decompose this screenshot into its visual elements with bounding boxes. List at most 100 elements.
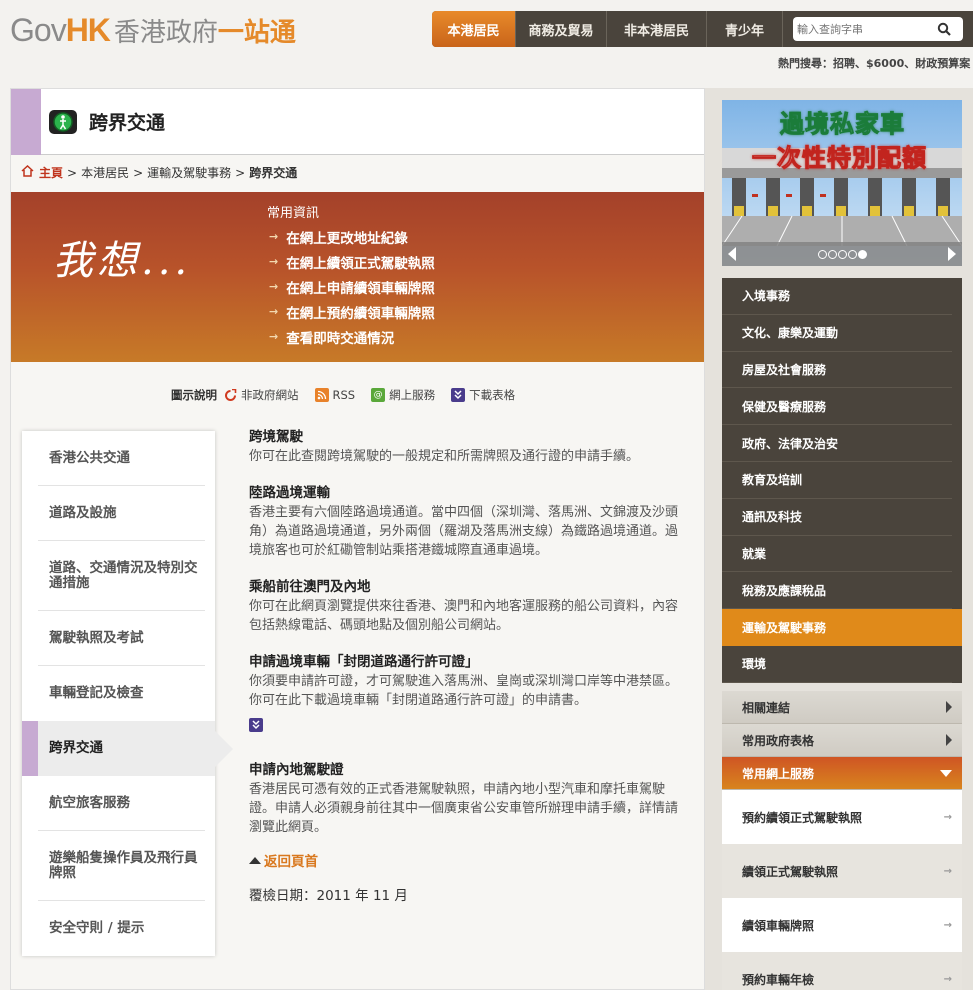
topic-item[interactable]: 政府、法律及治安 xyxy=(722,425,952,462)
eservice-item[interactable]: 預約續領正式駕駛執照 → xyxy=(722,790,962,844)
related-links-header[interactable]: 相關連結 xyxy=(722,691,962,724)
subnav-item-active[interactable]: 跨界交通 xyxy=(22,721,233,776)
subnav-item[interactable]: 航空旅客服務 xyxy=(22,776,215,831)
subnav-item[interactable]: 遊樂船隻操作員及飛行員牌照 xyxy=(22,831,215,901)
slider-next-icon[interactable] xyxy=(948,247,956,261)
icon-legend: 圖示說明 非政府網站 RSS @ 網上服務 下載表格 xyxy=(171,387,531,403)
slider-dot[interactable] xyxy=(847,249,857,259)
subnav-item[interactable]: 道路、交通情況及特別交通措施 xyxy=(22,541,215,611)
frequent-link-label: 在網上更改地址紀錄 xyxy=(286,230,408,247)
slider-dot-active[interactable] xyxy=(857,249,867,259)
external-link-icon xyxy=(223,388,237,402)
topic-item[interactable]: 稅務及應課稅品 xyxy=(722,572,952,610)
panel-label: 常用網上服務 xyxy=(742,766,815,781)
frequent-link[interactable]: → 在網上申請續領車輛牌照 xyxy=(269,274,435,299)
page-header: 跨界交通 xyxy=(11,88,704,155)
download-form-icon[interactable] xyxy=(249,718,263,732)
section-body: 你須要申請許可證，才可駕駛進入落馬洲、皇崗或深圳灣口岸等中港禁區。你可在此下載過… xyxy=(249,674,679,708)
eservice-label: 續領正式駕駛執照 xyxy=(742,864,839,879)
section-title-link[interactable]: 乘船前往澳門及內地 xyxy=(249,577,689,597)
subnav-label: 航空旅客服務 xyxy=(49,795,130,811)
related-panels: 相關連結 常用政府表格 常用網上服務 預約續領正式駕駛執照 → 續領正式駕駛執照… xyxy=(722,691,962,990)
legend-item-non-gov: 非政府網站 xyxy=(223,387,299,403)
page-title: 跨界交通 xyxy=(89,112,166,134)
tab-non-residents[interactable]: 非本港居民 xyxy=(607,11,707,47)
legend-item-download: 下載表格 xyxy=(451,387,515,403)
topic-item[interactable]: 就業 xyxy=(722,536,952,573)
frequent-link[interactable]: → 查看即時交通情況 xyxy=(269,324,435,349)
search-icon[interactable] xyxy=(933,18,955,40)
topic-item-active[interactable]: 運輸及駕駛事務 xyxy=(722,609,962,646)
section-title-link[interactable]: 申請過境車輛「封閉道路通行許可證」 xyxy=(249,652,689,672)
frequent-link[interactable]: → 在網上續領正式駕駛執照 xyxy=(269,249,435,274)
traffic-light-icon xyxy=(47,106,79,138)
topic-item[interactable]: 保健及醫療服務 xyxy=(722,388,952,426)
home-icon[interactable] xyxy=(21,164,34,180)
up-triangle-icon xyxy=(249,856,261,864)
frequent-link[interactable]: → 在網上預約續領車輛牌照 xyxy=(269,299,435,324)
frequent-info-list: → 在網上更改地址紀錄 → 在網上續領正式駕駛執照 → 在網上申請續領車輛牌照 → 在網… xyxy=(269,224,435,349)
subnav-item[interactable]: 道路及設施 xyxy=(22,486,215,541)
slider-caption-1: 過境私家車 xyxy=(780,109,905,139)
common-eservices-header[interactable]: 常用網上服務 xyxy=(722,757,962,790)
top-navigation: 本港居民 商務及貿易 非本港居民 青少年 xyxy=(432,11,973,47)
content-section: 乘船前往澳門及內地 你可在此網頁瀏覽提供來往香港、澳門和內地客運服務的船公司資料… xyxy=(249,577,689,635)
search-input[interactable] xyxy=(793,18,933,40)
section-title-link[interactable]: 陸路過境運輸 xyxy=(249,483,689,503)
slider-dot[interactable] xyxy=(817,249,827,259)
slider-controls xyxy=(722,242,962,266)
breadcrumb-residents[interactable]: 本港居民 xyxy=(81,164,129,181)
subnav-item[interactable]: 安全守則 / 提示 xyxy=(22,901,215,956)
back-to-top-link[interactable]: 返回頁首 xyxy=(249,850,689,870)
slider-dot[interactable] xyxy=(827,249,837,259)
hot-search-links[interactable]: 熱門搜尋：招聘、$6000、財政預算案 xyxy=(778,55,973,71)
content-sections: 跨境駕駛 你可在此查閱跨境駕駛的一般規定和所需牌照及通行證的申請手續。 陸路過境… xyxy=(249,427,689,904)
content-section: 陸路過境運輸 香港主要有六個陸路過境通道。當中四個（深圳灣、落馬洲、文錦渡及沙頭… xyxy=(249,483,689,560)
breadcrumb-transport[interactable]: 運輸及駕駛事務 xyxy=(147,164,231,181)
subnav-item[interactable]: 駕駛執照及考試 xyxy=(22,611,215,666)
legend-text: 下載表格 xyxy=(469,388,516,402)
topic-menu: 入境事務 文化、康樂及運動 房屋及社會服務 保健及醫療服務 政府、法律及治安 教… xyxy=(722,278,962,683)
topic-item[interactable]: 入境事務 xyxy=(722,278,952,315)
tab-youth[interactable]: 青少年 xyxy=(707,11,783,47)
topic-item[interactable]: 房屋及社會服務 xyxy=(722,352,952,389)
section-title-link[interactable]: 跨境駕駛 xyxy=(249,427,689,447)
topic-item[interactable]: 教育及培訓 xyxy=(722,462,952,499)
tab-residents[interactable]: 本港居民 xyxy=(432,11,516,47)
frequent-link[interactable]: → 在網上更改地址紀錄 xyxy=(269,224,435,249)
topic-item[interactable]: 通訊及科技 xyxy=(722,499,952,536)
eservice-label: 續領車輛牌照 xyxy=(742,918,815,933)
eservice-item[interactable]: 續領正式駕駛執照 → xyxy=(722,844,962,898)
legend-text: 非政府網站 xyxy=(241,388,299,402)
tab-business[interactable]: 商務及貿易 xyxy=(516,11,607,47)
right-sidebar: 過境私家車 一次性特別配額 入境事務 文化、康樂及運動 房屋及社會服務 保健及醫… xyxy=(705,88,973,990)
subnav-item[interactable]: 香港公共交通 xyxy=(22,431,215,486)
common-forms-header[interactable]: 常用政府表格 xyxy=(722,724,962,757)
promo-slider[interactable]: 過境私家車 一次性特別配額 xyxy=(722,100,962,266)
topic-item[interactable]: 環境 xyxy=(722,646,952,683)
eservice-item[interactable]: 續領車輛牌照 → xyxy=(722,898,962,952)
rss-icon xyxy=(314,388,329,402)
arrow-icon: → xyxy=(269,280,279,293)
eservice-label: 預約車輛年檢 xyxy=(742,972,815,987)
frequent-link-label: 在網上預約續領車輛牌照 xyxy=(286,305,435,322)
section-title-link[interactable]: 申請內地駕駛證 xyxy=(249,760,689,780)
legend-item-rss: RSS xyxy=(314,388,355,402)
slider-prev-icon[interactable] xyxy=(728,247,736,261)
section-color-bar xyxy=(11,88,41,155)
panel-label: 常用政府表格 xyxy=(742,733,815,748)
govhk-logo[interactable]: Gov HK 香港政府 一站通 xyxy=(10,10,296,50)
arrow-icon: → xyxy=(943,919,952,931)
breadcrumb-home[interactable]: 主頁 xyxy=(39,164,63,181)
arrow-icon: → xyxy=(269,305,279,318)
review-date: 覆檢日期：2011 年 11 月 xyxy=(249,888,408,904)
subnav-item[interactable]: 車輛登記及檢查 xyxy=(22,666,215,721)
chevron-right-icon xyxy=(946,701,952,713)
section-body: 香港居民可憑有效的正式香港駕駛執照，申請內地小型汽車和摩托車駕駛證。申請人必須親… xyxy=(249,782,679,835)
section-body: 香港主要有六個陸路過境通道。當中四個（深圳灣、落馬洲、文錦渡及沙頭角）為道路過境… xyxy=(249,505,679,558)
subnav-label: 駕駛執照及考試 xyxy=(49,630,144,646)
eservice-item[interactable]: 預約車輛年檢 → xyxy=(722,952,962,990)
frequent-link-label: 在網上申請續領車輛牌照 xyxy=(286,280,435,297)
topic-item[interactable]: 文化、康樂及運動 xyxy=(722,315,952,352)
slider-dot[interactable] xyxy=(837,249,847,259)
